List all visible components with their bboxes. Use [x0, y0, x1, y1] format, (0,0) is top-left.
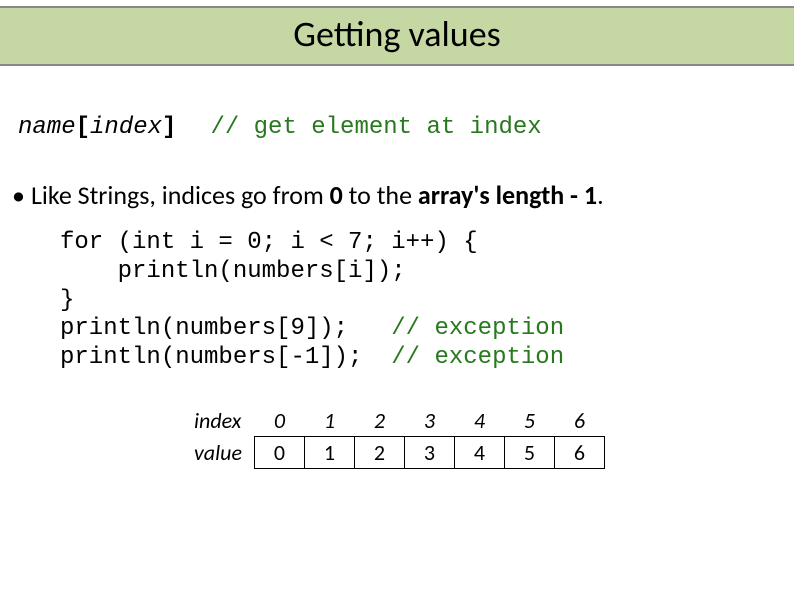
bullet-bold-tail: array's length - 1	[418, 179, 597, 211]
value-cell: 5	[505, 436, 555, 468]
row-label-value: value	[186, 436, 255, 468]
code-line-5-comment: // exception	[391, 344, 564, 371]
code-line-5a: println(numbers[-1]);	[60, 344, 391, 371]
index-cell: 6	[555, 405, 605, 437]
index-cell: 4	[455, 405, 505, 437]
bullet-text-mid: to the	[343, 179, 418, 211]
value-cell: 3	[405, 436, 455, 468]
index-cell: 5	[505, 405, 555, 437]
syntax-comment: // get element at index	[176, 114, 541, 141]
bullet-marker: •	[12, 179, 31, 211]
index-cell: 3	[405, 405, 455, 437]
syntax-close-bracket: ]	[162, 114, 176, 141]
array-table: index 0 1 2 3 4 5 6 value 0 1 2 3 4 5 6	[186, 405, 605, 469]
code-line-3: }	[60, 287, 74, 314]
code-block: for (int i = 0; i < 7; i++) { println(nu…	[60, 229, 794, 373]
array-table-wrap: index 0 1 2 3 4 5 6 value 0 1 2 3 4 5 6	[186, 405, 794, 469]
syntax-line: name[index]// get element at index	[18, 114, 794, 141]
code-line-1: for (int i = 0; i < 7; i++) {	[60, 229, 478, 256]
value-cell: 6	[555, 436, 605, 468]
bullet-text-after: .	[597, 179, 604, 211]
table-row-index: index 0 1 2 3 4 5 6	[186, 405, 605, 437]
code-line-4a: println(numbers[9]);	[60, 315, 391, 342]
bullet-text-before: Like Strings, indices go from	[31, 179, 330, 211]
value-cell: 1	[305, 436, 355, 468]
syntax-name: name	[18, 114, 76, 141]
page-title: Getting values	[0, 12, 794, 56]
value-cell: 0	[255, 436, 305, 468]
index-cell: 2	[355, 405, 405, 437]
syntax-open-bracket: [	[76, 114, 90, 141]
index-cell: 0	[255, 405, 305, 437]
row-label-index: index	[186, 405, 255, 437]
title-banner: Getting values	[0, 6, 794, 66]
value-cell: 4	[455, 436, 505, 468]
bullet-zero: 0	[330, 179, 343, 211]
value-cell: 2	[355, 436, 405, 468]
code-line-4-comment: // exception	[391, 315, 564, 342]
index-cell: 1	[305, 405, 355, 437]
syntax-index: index	[90, 114, 162, 141]
code-line-2: println(numbers[i]);	[60, 258, 406, 285]
bullet-line: •Like Strings, indices go from 0 to the …	[12, 179, 794, 211]
table-row-value: value 0 1 2 3 4 5 6	[186, 436, 605, 468]
